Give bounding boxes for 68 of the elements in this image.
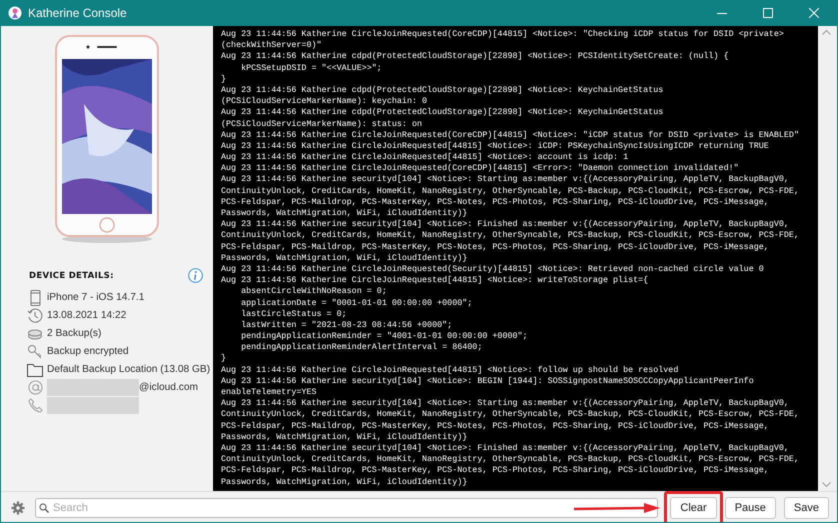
clear-button[interactable]: Clear (670, 496, 717, 518)
log-line: Aug 23 11:44:56 Katherine cdpd(ProtectedCloudStorage)[22898] <Notice>: PCSIdentitySetCreate: (null) { (221, 51, 730, 63)
log-line: Aug 23 11:44:56 Katherine cdpd(ProtectedCloudStorage)[22898] <Notice>: KeychainGetStatus (221, 84, 664, 96)
close-icon[interactable] (809, 8, 819, 18)
app-icon (8, 6, 22, 20)
log-line: Aug 23 11:44:56 Katherine securityd[104] <Notice>: Starting as:member v:{(AccessoryPairing, AppleTV, BackupBagV0, (221, 174, 790, 186)
log-line: ContinuityUnlock, CreditCards, HomeKit, NanoRegistry, OtherSyncable, PCS-Backup, PCS-CloudKit, PCS-Escrow, PCS-FDE, (221, 230, 800, 242)
log-line: lastWritten = "2021-08-23 08:44:56 +0000"; (240, 320, 454, 332)
log-line: Aug 23 11:44:56 Katherine securityd[104] <Notice>: Starting as:member v:{(AccessoryPairing, AppleTV, BackupBagV0, (221, 398, 790, 410)
maximize-icon[interactable] (763, 8, 773, 18)
window-title: Katherine Console (28, 6, 128, 20)
detail-text: @icloud.com (139, 382, 198, 393)
log-line: PCS-Feldspar, PCS-Maildrop, PCS-MasterKey, PCS-Notes, PCS-Photos, PCS-Sharing, PCS-iCloudDrive, PCS-iMessage, (221, 242, 770, 253)
stack-icon (27, 328, 43, 340)
log-line: (PCSiCloudServiceMarkerName): status: on (221, 118, 424, 130)
log-line: Aug 23 11:44:56 Katherine CircleJoinRequested(CoreCDP)[44815] <Notice>: "iCDP status for DSID <private> is ENABLED" (221, 130, 800, 141)
scroll-down-icon[interactable] (822, 482, 831, 487)
phone-icon (30, 290, 40, 306)
history-icon (27, 308, 43, 324)
log-line: } (221, 353, 228, 365)
log-line: Aug 23 11:44:56 Katherine securityd[104] <Notice>: BEGIN [1944]: SOSSignpostNameSOSCCCopyApplicantPeerInfo (221, 376, 755, 387)
log-line: Aug 23 11:44:56 Katherine CircleJoinRequested[44815] <Notice>: writeToStorage plist={ (221, 275, 650, 286)
handset-icon (28, 398, 42, 413)
log-line: kPCSSetupDSID = "<<VALUE>>"; (240, 62, 383, 74)
log-line: Passwords, WatchMigration, WiFi, iCloudIdentity)} (221, 476, 468, 488)
log-line: pendingApplicationReminderAlertInterval = 86400; (240, 342, 484, 354)
log-line: pendingApplicationReminder = "4001-01-01 00:00:00 +0000"; (240, 331, 529, 342)
log-line: Passwords, WatchMigration, WiFi, iCloudIdentity)} (221, 252, 468, 264)
log-line: Aug 23 11:44:56 Katherine CircleJoinRequested(Security)[44815] <Notice>: Retrieved non-cached circle value 0 (221, 264, 765, 276)
at-sign-icon (28, 380, 42, 395)
log-line: (PCSiCloudServiceMarkerName): keychain: 0 (221, 96, 428, 108)
detail-text: 2 Backup(s) (47, 328, 102, 339)
key-icon (27, 344, 43, 360)
log-line: ContinuityUnlock, CreditCards, HomeKit, NanoRegistry, OtherSyncable, PCS-Backup, PCS-CloudKit, PCS-Escrow, PCS-FDE, (221, 454, 800, 466)
section-heading: DEVICE DETAILS: (29, 270, 114, 280)
minimize-icon[interactable] (717, 12, 727, 14)
log-line: PCS-Feldspar, PCS-Maildrop, PCS-MasterKey, PCS-Notes, PCS-Photos, PCS-Sharing, PCS-iCloudDrive, PCS-iMessage, (221, 196, 770, 208)
log-line: lastCircleStatus = 0; (240, 308, 348, 320)
detail-text: Default Backup Location (13.08 GB) (47, 364, 210, 375)
log-line: absentCircleWithNoReason = 0; (240, 286, 388, 298)
log-line: Aug 23 11:44:56 Katherine CircleJoinRequested[44815] <Notice>: account is icdp: 1 (221, 152, 630, 164)
search-field[interactable]: Search (35, 498, 658, 518)
log-line: PCS-Feldspar, PCS-Maildrop, PCS-MasterKey, PCS-Notes, PCS-Photos, PCS-Sharing, PCS-iCloudDrive, PCS-iMessage, (221, 465, 770, 476)
log-line: enableTelemetry=YES (221, 387, 318, 398)
log-line: ContinuityUnlock, CreditCards, HomeKit, NanoRegistry, OtherSyncable, PCS-Backup, PCS-CloudKit, PCS-Escrow, PCS-FDE, (221, 409, 800, 421)
log-line: ContinuityUnlock, CreditCards, HomeKit, NanoRegistry, OtherSyncable, PCS-Backup, PCS-CloudKit, PCS-Escrow, PCS-FDE, (221, 186, 800, 197)
log-line: Aug 23 11:44:56 Katherine cdpd(ProtectedCloudStorage)[22898] <Notice>: KeychainGetStatus (221, 107, 664, 118)
log-line: Aug 23 11:44:56 Katherine CircleJoinRequested[44815] <Notice>: iCDP: PSKeychainSyncIsUsingICDP returning TRUE (221, 140, 770, 152)
folder-icon (27, 362, 43, 376)
log-line: applicationDate = "0001-01-01 00:00:00 +0000"; (240, 298, 474, 309)
log-line: } (221, 74, 228, 85)
log-line: PCS-Feldspar, PCS-Maildrop, PCS-MasterKey, PCS-Notes, PCS-Photos, PCS-Sharing, PCS-iCloudDrive, PCS-iMessage, (221, 420, 770, 432)
detail-text: iPhone 7 - iOS 14.7.1 (47, 292, 144, 303)
scroll-up-icon[interactable] (822, 30, 831, 35)
detail-text: 13.08.2021 14:22 (47, 310, 126, 321)
log-line: Aug 23 11:44:56 Katherine securityd[104] <Notice>: Finished as:member v:{(AccessoryPairing, AppleTV, BackupBagV0, (221, 442, 790, 454)
log-line: Passwords, WatchMigration, WiFi, iCloudIdentity)} (221, 432, 468, 443)
pause-button[interactable]: Pause (724, 496, 776, 518)
info-icon[interactable] (188, 268, 203, 283)
log-line: Aug 23 11:44:56 Katherine CircleJoinRequested[44815] <Notice>: follow up should be resolved (221, 364, 680, 376)
settings-icon[interactable] (11, 500, 25, 514)
save-button[interactable]: Save (784, 496, 829, 518)
log-line: Passwords, WatchMigration, WiFi, iCloudIdentity)} (221, 208, 468, 220)
log-line: (checkWithServer=0)" (221, 40, 323, 52)
log-line: Aug 23 11:44:56 Katherine CircleJoinRequested(CoreCDP)[44815] <Notice>: "Checking iCDP status for DSID <private> (221, 29, 785, 40)
detail-text: Backup encrypted (47, 346, 129, 357)
log-line: Aug 23 11:44:56 Katherine securityd[104] <Notice>: Finished as:member v:{(AccessoryPairing, AppleTV, BackupBagV0, (221, 219, 790, 230)
log-line: Aug 23 11:44:56 Katherine CircleJoinRequested(CoreCDP)[44815] <Error>: "Daemon connection invalidated!" (221, 163, 740, 174)
